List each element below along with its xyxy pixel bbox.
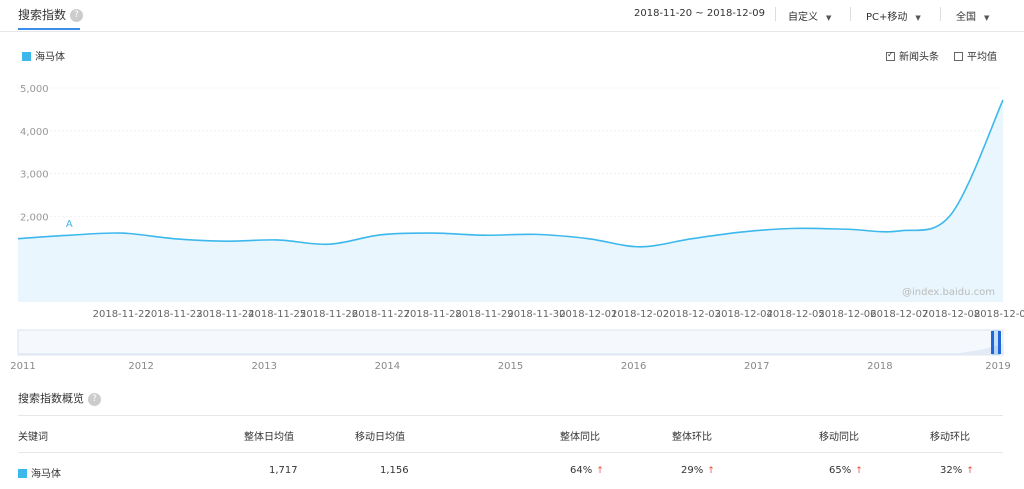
- divider: [940, 7, 941, 21]
- search-index-chart[interactable]: 5,0004,0003,0002,0001,000 A @index.baidu…: [0, 76, 1024, 326]
- timeline-year-label: 2016: [621, 361, 646, 372]
- overview-title: 搜索指数概览?: [18, 390, 101, 406]
- x-tick-label: 2018-11-24: [196, 309, 254, 320]
- x-tick-label: 2018-12-01: [559, 309, 617, 320]
- device-dropdown[interactable]: PC+移动 ▼: [866, 8, 921, 23]
- row-overall-yoy: 64% ↑: [570, 465, 604, 476]
- x-tick-label: 2018-12-06: [818, 309, 876, 320]
- timeline-navigator[interactable]: 2011 2012 2013 2014 2015 2016 2017 2018 2019: [0, 326, 1024, 376]
- divider: [775, 7, 776, 21]
- chevron-down-icon: ▼: [826, 14, 832, 22]
- watermark: @index.baidu.com: [902, 287, 995, 298]
- timeline-year-label: 2019: [985, 361, 1010, 372]
- arrow-up-icon: ↑: [855, 466, 863, 476]
- overview-table-header: 关键词 整体日均值 移动日均值 整体同比 整体环比 移动同比 移动环比: [18, 415, 1003, 453]
- col-mobile-mom: 移动环比: [930, 432, 970, 443]
- average-checkbox-label: 平均值: [967, 52, 997, 63]
- overall-yoy-value: 64%: [570, 465, 593, 476]
- col-mobile-avg: 移动日均值: [355, 432, 405, 443]
- x-tick-label: 2018-11-23: [144, 309, 202, 320]
- x-tick-label: 2018-11-26: [300, 309, 358, 320]
- legend-swatch: [22, 52, 31, 61]
- timeline-year-label: 2011: [10, 361, 35, 372]
- x-tick-label: 2018-11-25: [248, 309, 306, 320]
- period-value: 自定义: [788, 12, 818, 23]
- checkbox-unchecked-icon: [954, 52, 963, 61]
- row-mobile-mom: 32% ↑: [940, 465, 974, 476]
- col-overall-avg: 整体日均值: [244, 432, 294, 443]
- x-axis: 2018-11-222018-11-232018-11-242018-11-25…: [93, 309, 1024, 320]
- chart-legend[interactable]: 海马体: [22, 48, 65, 63]
- x-tick-label: 2018-12-04: [715, 309, 773, 320]
- overview-title-label: 搜索指数概览: [18, 392, 84, 405]
- overall-mom-value: 29%: [681, 465, 704, 476]
- y-tick-label: 5,000: [20, 84, 49, 95]
- timeline-year-label: 2014: [375, 361, 400, 372]
- col-overall-yoy: 整体同比: [560, 432, 600, 443]
- table-row: 海马体 1,717 1,156 64% ↑ 29% ↑ 65% ↑ 32% ↑: [18, 456, 1003, 486]
- x-tick-label: 2018-11-28: [404, 309, 462, 320]
- region-value: 全国: [956, 12, 976, 23]
- arrow-up-icon: ↑: [966, 466, 974, 476]
- row-keyword-label: 海马体: [31, 469, 61, 480]
- news-annotation-marker[interactable]: A: [66, 219, 73, 230]
- y-tick-label: 3,000: [20, 170, 49, 181]
- timeline-years: 2011 2012 2013 2014 2015 2016 2017 2018 2019: [10, 361, 1010, 372]
- row-keyword[interactable]: 海马体: [18, 465, 61, 480]
- y-tick-label: 4,000: [20, 127, 49, 138]
- col-mobile-yoy: 移动同比: [819, 432, 859, 443]
- news-checkbox-label: 新闻头条: [899, 52, 939, 63]
- timeline-track: [17, 329, 1004, 356]
- chevron-down-icon: ▼: [984, 14, 990, 22]
- divider: [850, 7, 851, 21]
- y-tick-label: 2,000: [20, 212, 49, 223]
- region-dropdown[interactable]: 全国 ▼: [956, 8, 989, 23]
- arrow-up-icon: ↑: [707, 466, 715, 476]
- legend-label: 海马体: [35, 52, 65, 63]
- x-tick-label: 2018-12-05: [767, 309, 825, 320]
- date-range-label[interactable]: 2018-11-20 ~ 2018-12-09: [634, 8, 765, 19]
- x-tick-label: 2018-11-27: [352, 309, 410, 320]
- x-tick-label: 2018-11-30: [507, 309, 565, 320]
- device-value: PC+移动: [866, 12, 908, 23]
- row-mobile-avg: 1,156: [380, 465, 409, 476]
- x-tick-label: 2018-12-02: [611, 309, 669, 320]
- x-tick-label: 2018-12-03: [663, 309, 721, 320]
- header: 搜索指数? 2018-11-20 ~ 2018-12-09 自定义 ▼ PC+移动…: [0, 0, 1024, 32]
- row-overall-avg: 1,717: [269, 465, 298, 476]
- timeline-year-label: 2017: [744, 361, 769, 372]
- x-tick-label: 2018-12-07: [870, 309, 928, 320]
- col-overall-mom: 整体环比: [672, 432, 712, 443]
- mobile-mom-value: 32%: [940, 465, 963, 476]
- timeline-year-label: 2015: [498, 361, 523, 372]
- chevron-down-icon: ▼: [915, 14, 921, 22]
- keyword-swatch: [18, 469, 27, 478]
- timeline-handle-right[interactable]: [998, 331, 1001, 354]
- timeline-handle-left[interactable]: [991, 331, 994, 354]
- news-checkbox[interactable]: 新闻头条: [886, 48, 939, 63]
- timeline-year-label: 2018: [867, 361, 892, 372]
- row-overall-mom: 29% ↑: [681, 465, 715, 476]
- tab-search-index[interactable]: 搜索指数?: [18, 6, 84, 23]
- x-tick-label: 2018-11-29: [456, 309, 514, 320]
- x-tick-label: 2018-11-22: [93, 309, 151, 320]
- arrow-up-icon: ↑: [596, 466, 604, 476]
- timeline-year-label: 2012: [128, 361, 153, 372]
- timeline-year-label: 2013: [252, 361, 277, 372]
- x-tick-label: 2018-12-08: [922, 309, 980, 320]
- help-icon[interactable]: ?: [88, 392, 101, 406]
- row-mobile-yoy: 65% ↑: [829, 465, 863, 476]
- checkbox-checked-icon: [886, 50, 895, 61]
- period-dropdown[interactable]: 自定义 ▼: [788, 8, 831, 23]
- series-area: [18, 99, 1003, 302]
- average-checkbox[interactable]: 平均值: [954, 48, 997, 63]
- x-tick-label: 2018-12-09: [974, 309, 1024, 320]
- tab-underline: [18, 28, 80, 30]
- tab-title-label: 搜索指数: [18, 8, 67, 22]
- col-keyword: 关键词: [18, 432, 48, 443]
- mobile-yoy-value: 65%: [829, 465, 852, 476]
- help-icon[interactable]: ?: [70, 9, 84, 22]
